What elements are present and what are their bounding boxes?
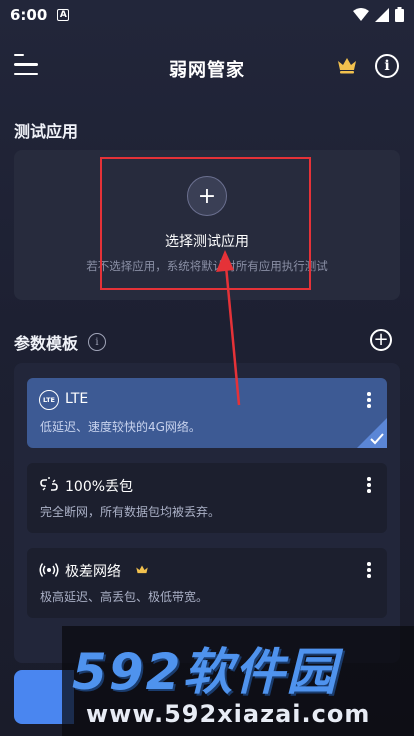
status-bar: 6:00 A [0,0,414,30]
lte-badge-icon: LTE [39,390,59,410]
more-options-icon[interactable] [367,392,371,408]
crown-icon[interactable] [336,56,358,74]
section-title-test-apps: 测试应用 [14,122,79,141]
template-card-lte[interactable]: LTE LTE 低延迟、速度较快的4G网络。 [27,378,387,448]
broken-link-icon [40,477,58,491]
status-time: 6:00 [10,6,48,24]
template-desc: 极高延迟、高丢包、极低带宽。 [40,590,209,604]
template-name: 100%丢包 [65,479,134,495]
template-info-icon[interactable]: i [88,333,107,351]
annotation-highlight-box [100,157,311,290]
info-icon[interactable]: i [375,54,399,78]
selected-check-icon [357,418,387,448]
template-header: 参数模板 i [14,330,107,354]
signal-icon [375,7,389,22]
battery-icon [395,7,404,22]
app-bar: 弱网管家 i [0,44,414,90]
premium-crown-icon [136,565,148,574]
add-template-button[interactable]: + [370,329,392,351]
template-name: LTE [65,391,89,407]
template-card-poor-network[interactable]: 极差网络 极高延迟、高丢包、极低带宽。 [27,548,387,618]
more-options-icon[interactable] [367,562,371,578]
template-desc: 低延迟、速度较快的4G网络。 [40,420,201,434]
section-title-templates: 参数模板 [14,334,79,353]
notification-icon: A [57,9,70,21]
template-card-100-loss[interactable]: 100%丢包 完全断网，所有数据包均被丢弃。 [27,463,387,533]
status-icons [353,7,404,22]
broadcast-signal-icon [39,563,59,577]
more-options-icon[interactable] [367,477,371,493]
watermark: 592软件园 www.592xiazai.com [62,626,414,736]
template-name: 极差网络 [65,564,121,580]
watermark-url: www.592xiazai.com [86,700,371,728]
watermark-brand: 592软件园 [72,643,339,701]
template-desc: 完全断网，所有数据包均被丢弃。 [40,505,221,519]
wifi-icon [353,7,369,21]
